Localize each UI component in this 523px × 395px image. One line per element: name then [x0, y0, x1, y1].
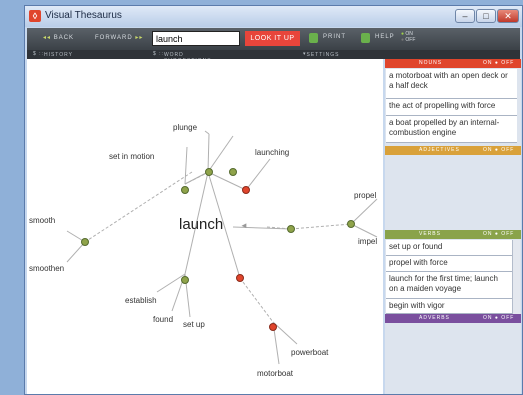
center-arrow-icon: ◄: [240, 221, 248, 230]
help-off-label: OFF: [405, 37, 416, 43]
verb-definition[interactable]: launch for the first time; launch on a m…: [386, 272, 512, 299]
adjectives-toggle[interactable]: ON ● OFF: [483, 147, 514, 153]
noun-definition[interactable]: a motorboat with an open deck or a half …: [386, 69, 517, 99]
word-found[interactable]: found: [153, 315, 173, 324]
settings-dropdown[interactable]: ▾ SETTINGS: [303, 51, 339, 58]
help-icon: [361, 33, 370, 43]
word-establish[interactable]: establish: [125, 296, 157, 305]
edge: [184, 146, 188, 185]
edge: [207, 171, 247, 191]
adjectives-header-label: ADJECTIVES: [419, 147, 460, 153]
toolbar: ◂◂ BACK FORWARD ▸▸ LOOK IT UP PRINT HELP…: [27, 28, 520, 50]
settings-label: SETTINGS: [306, 52, 340, 58]
word-set-up[interactable]: set up: [183, 320, 205, 329]
adverbs-header-label: ADVERBS: [419, 315, 450, 321]
edge: [156, 273, 186, 293]
word-plunge[interactable]: plunge: [173, 123, 197, 132]
verb-node[interactable]: [347, 220, 355, 228]
print-icon: [309, 33, 318, 43]
word-smooth[interactable]: smooth: [29, 216, 55, 225]
back-arrow-icon: ◂◂: [43, 35, 54, 41]
definitions-panel: NOUNS ON ● OFF a motorboat with an open …: [385, 59, 521, 394]
edge: [207, 135, 234, 173]
noun-definition[interactable]: a boat propelled by an internal-combusti…: [386, 116, 517, 143]
nouns-header: NOUNS ON ● OFF: [385, 59, 521, 68]
noun-node[interactable]: [269, 323, 277, 331]
word-smoothen[interactable]: smoothen: [29, 264, 64, 273]
help-button[interactable]: HELP: [375, 34, 395, 40]
noun-definition[interactable]: the act of propelling with force: [386, 99, 517, 116]
edge: [350, 223, 378, 238]
verb-node[interactable]: [287, 225, 295, 233]
back-label: BACK: [53, 35, 75, 41]
verb-node[interactable]: [229, 168, 237, 176]
noun-node[interactable]: [236, 274, 244, 282]
edge: [204, 130, 210, 135]
nouns-toggle[interactable]: ON ● OFF: [483, 60, 514, 66]
verbs-header: VERBS ON ● OFF: [385, 230, 521, 239]
edge-dashed: [84, 171, 193, 243]
verbs-scrollbar[interactable]: [512, 240, 520, 314]
noun-node[interactable]: [242, 186, 250, 194]
verb-definition[interactable]: begin with vigor: [386, 299, 512, 314]
close-button[interactable]: ✕: [497, 9, 519, 23]
app-window: ◊ Visual Thesaurus – □ ✕ ◂◂ BACK FORWARD…: [24, 5, 523, 395]
maximize-button[interactable]: □: [476, 9, 496, 23]
history-label: HISTORY: [43, 52, 73, 58]
forward-label: FORWARD: [95, 35, 133, 41]
adverbs-toggle[interactable]: ON ● OFF: [483, 315, 514, 321]
window-title: Visual Thesaurus: [45, 10, 122, 21]
word-powerboat[interactable]: powerboat: [291, 348, 328, 357]
edge: [245, 158, 271, 191]
word-motorboat[interactable]: motorboat: [257, 369, 293, 378]
verbs-header-label: VERBS: [419, 231, 441, 237]
word-launching[interactable]: launching: [255, 148, 289, 157]
verb-node[interactable]: [181, 276, 189, 284]
word-impel[interactable]: impel: [358, 237, 377, 246]
edge-dashed: [239, 277, 274, 323]
back-button[interactable]: ◂◂ BACK: [43, 34, 74, 41]
edge: [207, 133, 210, 173]
help-toggle[interactable]: ● ON ● OFF: [401, 31, 415, 43]
verb-node[interactable]: [81, 238, 89, 246]
edge: [66, 241, 86, 263]
edge-dashed: [290, 223, 352, 230]
minimize-button[interactable]: –: [455, 9, 475, 23]
forward-button[interactable]: FORWARD ▸▸: [95, 34, 143, 41]
verb-node[interactable]: [181, 186, 189, 194]
verb-definition[interactable]: set up or found: [386, 240, 512, 256]
forward-arrow-icon: ▸▸: [132, 35, 144, 41]
adjectives-header: ADJECTIVES ON ● OFF: [385, 146, 521, 155]
word-suggestions-dropdown[interactable]: $ :: WORD SUGGESTIONS (50): [153, 51, 211, 70]
word-map-canvas[interactable]: ◄ launch plunge set in motion launching …: [27, 59, 383, 394]
verb-definition[interactable]: propel with force: [386, 256, 512, 272]
adverbs-header: ADVERBS ON ● OFF: [385, 314, 521, 323]
word-set-in-motion[interactable]: set in motion: [109, 152, 154, 161]
verb-node[interactable]: [205, 168, 213, 176]
history-dropdown[interactable]: $ :: HISTORY: [33, 51, 72, 58]
search-input[interactable]: [152, 31, 240, 46]
verbs-toggle[interactable]: ON ● OFF: [483, 231, 514, 237]
nouns-header-label: NOUNS: [419, 60, 443, 66]
app-logo-icon: ◊: [29, 10, 41, 22]
word-propel[interactable]: propel: [354, 191, 376, 200]
center-word[interactable]: launch: [179, 216, 223, 233]
title-bar: ◊ Visual Thesaurus – □ ✕: [25, 6, 522, 27]
sub-toolbar: $ :: HISTORY $ :: WORD SUGGESTIONS (50) …: [27, 50, 520, 70]
edge: [350, 198, 378, 225]
look-it-up-button[interactable]: LOOK IT UP: [245, 31, 300, 46]
print-button[interactable]: PRINT: [323, 34, 346, 40]
